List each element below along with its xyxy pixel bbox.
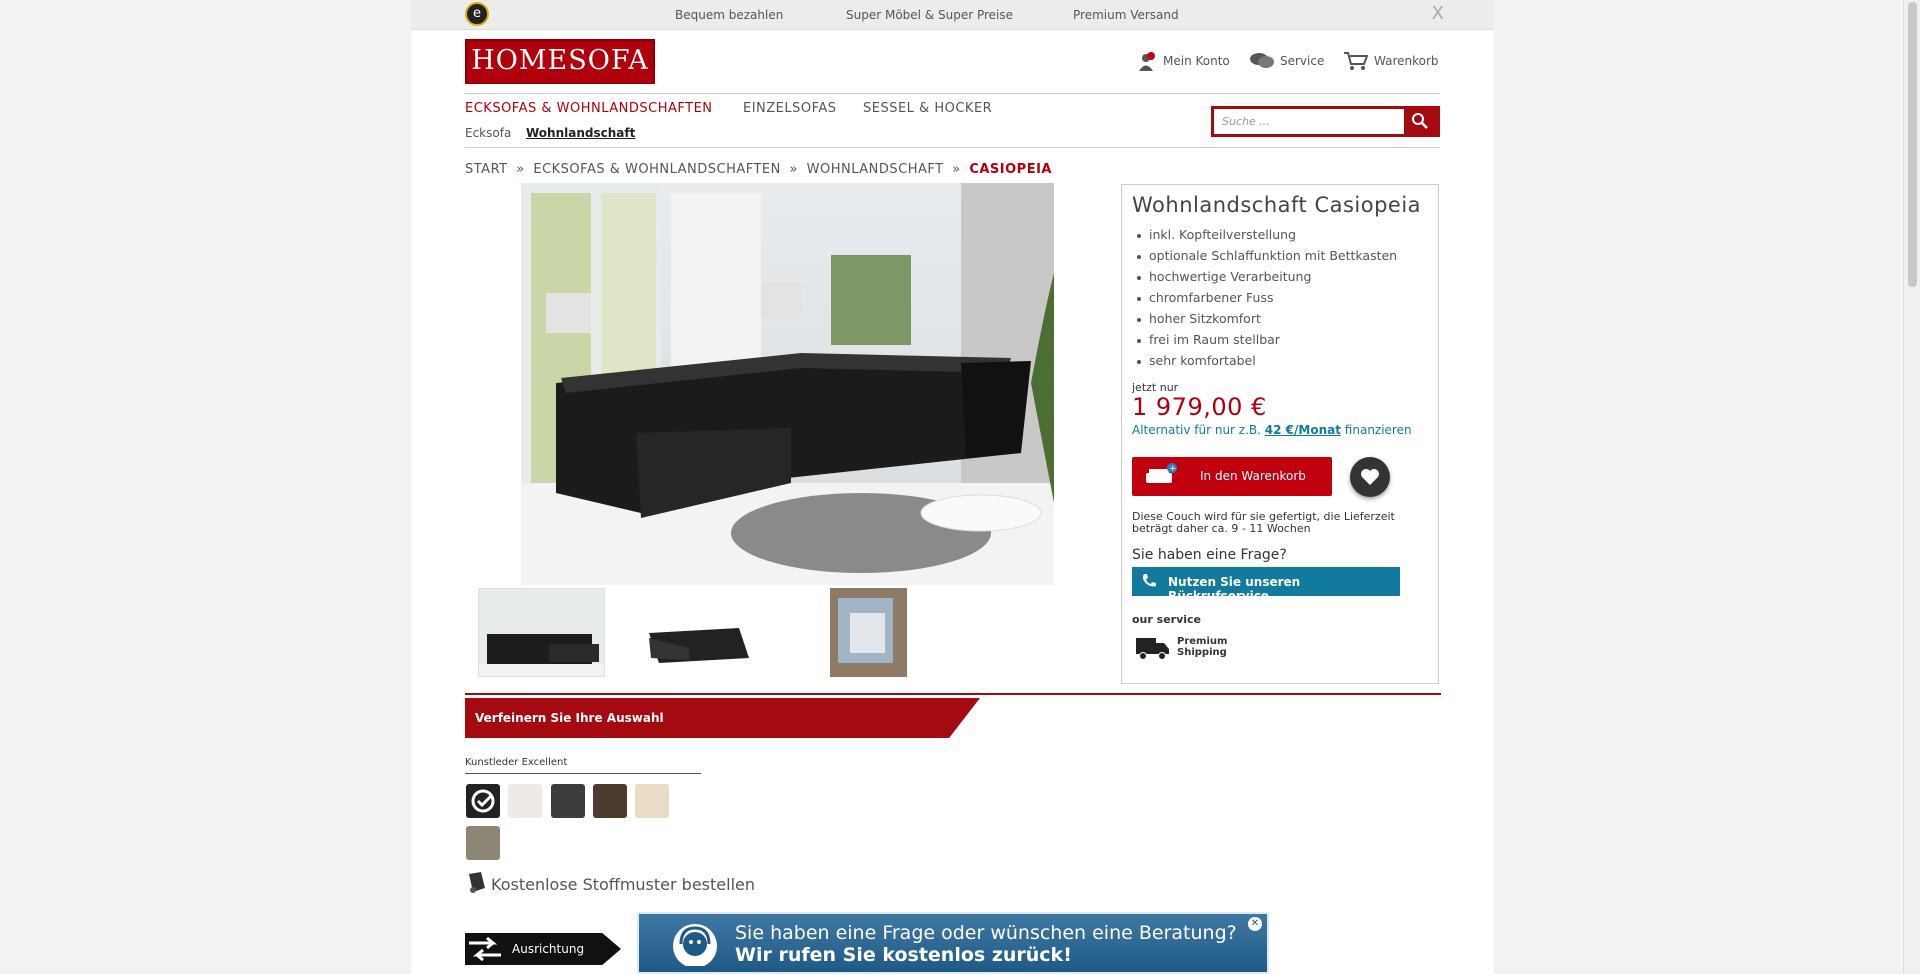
breadcrumb-wohnlandschaft[interactable]: WOHNLANDSCHAFT	[807, 162, 944, 177]
material-underline	[465, 773, 701, 774]
check-icon	[471, 789, 495, 813]
cart-link[interactable]: Warenkorb	[1344, 52, 1439, 70]
cart-label: Warenkorb	[1374, 54, 1439, 68]
sofa-plus-icon: +	[1144, 463, 1178, 489]
callback-button[interactable]: Nutzen Sie unseren Rückrufservice	[1132, 567, 1400, 603]
cart-icon	[1344, 52, 1369, 70]
breadcrumb-separator: »	[952, 162, 961, 177]
breadcrumb-separator: »	[789, 162, 798, 177]
usp-shipping: Premium Versand	[1073, 8, 1179, 22]
material-label: Kunstleder Excellent	[465, 757, 568, 768]
swatch-darkgrey[interactable]	[551, 784, 585, 818]
subnav-ecksofa[interactable]: Ecksofa	[465, 126, 511, 140]
headset-icon	[671, 922, 719, 970]
nav-ecksofas[interactable]: ECKSOFAS & WOHNLANDSCHAFTEN	[465, 101, 713, 116]
feature-item: inkl. Kopfteilverstellung	[1136, 227, 1397, 248]
wishlist-button[interactable]	[1350, 457, 1390, 497]
swatch-black-selected[interactable]	[466, 784, 500, 818]
thumbnail-1[interactable]	[478, 588, 605, 677]
add-to-cart-button[interactable]: + In den Warenkorb	[1132, 457, 1332, 496]
product-title: Wohnlandschaft Casiopeia	[1132, 193, 1422, 217]
thumbnail-2[interactable]	[639, 588, 764, 677]
chat-bubble-icon	[1250, 52, 1274, 70]
orientation-button[interactable]: Ausrichtung	[465, 933, 621, 965]
chat-banner-line1: Sie haben eine Frage oder wünschen eine …	[735, 922, 1237, 944]
heart-icon	[1361, 469, 1379, 485]
nav-divider	[465, 147, 1440, 148]
fabric-sample-label: Kostenlose Stoffmuster bestellen	[491, 874, 755, 894]
feature-item: sehr komfortabel	[1136, 353, 1397, 374]
usp-prices: Super Möbel & Super Preise	[846, 8, 1014, 22]
user-icon	[1137, 52, 1157, 71]
homesofa-logo[interactable]: HOMESOFA	[465, 39, 655, 84]
page: e Bequem bezahlen Super Möbel & Super Pr…	[411, 0, 1494, 974]
finance-suffix: finanzieren	[1344, 423, 1412, 437]
close-usp-button[interactable]: X	[1432, 3, 1444, 24]
swatch-white[interactable]	[508, 784, 542, 818]
finance-rate-link[interactable]: 42 €/Monat	[1265, 423, 1341, 437]
svg-text:+: +	[1169, 464, 1177, 474]
product-info-panel: Wohnlandschaft Casiopeia inkl. Kopfteilv…	[1121, 184, 1439, 684]
shipping-label: Premium Shipping	[1177, 636, 1227, 658]
scrollbar-thumb[interactable]	[1908, 2, 1917, 287]
nav-einzelsofas[interactable]: EINZELSOFAS	[743, 101, 837, 116]
service-link[interactable]: Service	[1250, 52, 1324, 70]
refine-top-line	[465, 693, 1441, 695]
subnav-wohnlandschaft[interactable]: Wohnlandschaft	[526, 126, 635, 140]
feature-item: chromfarbener Fuss	[1136, 290, 1397, 311]
question-heading: Sie haben eine Frage?	[1132, 547, 1287, 563]
add-to-cart-label: In den Warenkorb	[1200, 469, 1306, 483]
usp-bar: e Bequem bezahlen Super Möbel & Super Pr…	[411, 0, 1494, 30]
search-input[interactable]: Suche ...	[1222, 115, 1270, 128]
refine-heading: Verfeinern Sie Ihre Auswahl	[475, 711, 664, 725]
finance-line: Alternativ für nur z.B. 42 €/Monat finan…	[1132, 423, 1412, 437]
feature-item: hochwertige Verarbeitung	[1136, 269, 1397, 290]
truck-icon	[1136, 634, 1170, 664]
search-box[interactable]: Suche ...	[1211, 106, 1440, 137]
nav-sessel-hocker[interactable]: SESSEL & HOCKER	[863, 101, 992, 116]
usp-payment: Bequem bezahlen	[675, 8, 784, 22]
breadcrumb-separator: »	[516, 162, 525, 177]
breadcrumb-ecksofas[interactable]: ECKSOFAS & WOHNLANDSCHAFTEN	[533, 162, 781, 177]
phone-icon	[1141, 573, 1157, 593]
account-link[interactable]: Mein Konto	[1137, 52, 1230, 71]
swatch-cream[interactable]	[635, 784, 669, 818]
header-divider	[465, 93, 1440, 94]
fabric-roll-icon	[465, 870, 489, 898]
shipping-line-2: Shipping	[1177, 647, 1227, 658]
refine-heading-bar: Verfeinern Sie Ihre Auswahl	[465, 698, 980, 738]
feature-item: hoher Sitzkomfort	[1136, 311, 1397, 332]
callback-chat-banner[interactable]: Sie haben eine Frage oder wünschen eine …	[637, 912, 1269, 974]
search-icon	[1412, 113, 1428, 129]
price: 1 979,00 €	[1132, 393, 1267, 421]
chat-banner-line2: Wir rufen Sie kostenlos zurück!	[735, 944, 1072, 966]
product-main-image[interactable]	[521, 183, 1054, 585]
arrows-icon	[467, 936, 503, 965]
service-label: Service	[1280, 54, 1325, 68]
trusted-shops-badge-icon[interactable]: e	[465, 2, 489, 26]
swatch-brown[interactable]	[593, 784, 627, 818]
delivery-note: Diese Couch wird für sie gefertigt, die …	[1132, 510, 1395, 535]
service-heading: our service	[1132, 613, 1201, 626]
orientation-label: Ausrichtung	[512, 942, 585, 956]
feature-item: frei im Raum stellbar	[1136, 332, 1397, 353]
callback-label: Nutzen Sie unseren Rückrufservice	[1168, 575, 1301, 603]
thumbnail-3[interactable]	[830, 588, 907, 677]
feature-list: inkl. Kopfteilverstellung optionale Schl…	[1136, 227, 1397, 374]
breadcrumb-start[interactable]: START	[465, 162, 508, 177]
shipping-line-1: Premium	[1177, 636, 1228, 647]
page-scrollbar[interactable]	[1903, 0, 1920, 974]
breadcrumb: START » ECKSOFAS & WOHNLANDSCHAFTEN » WO…	[465, 162, 1052, 177]
fabric-sample-link[interactable]: Kostenlose Stoffmuster bestellen	[465, 870, 755, 898]
breadcrumb-current: CASIOPEIA	[969, 162, 1052, 177]
account-label: Mein Konto	[1163, 54, 1230, 68]
swatch-taupe[interactable]	[466, 826, 500, 860]
close-banner-icon[interactable]: ✕	[1248, 917, 1262, 931]
finance-prefix: Alternativ für nur z.B.	[1132, 423, 1261, 437]
search-button[interactable]	[1404, 109, 1437, 134]
feature-item: optionale Schlaffunktion mit Bettkasten	[1136, 248, 1397, 269]
